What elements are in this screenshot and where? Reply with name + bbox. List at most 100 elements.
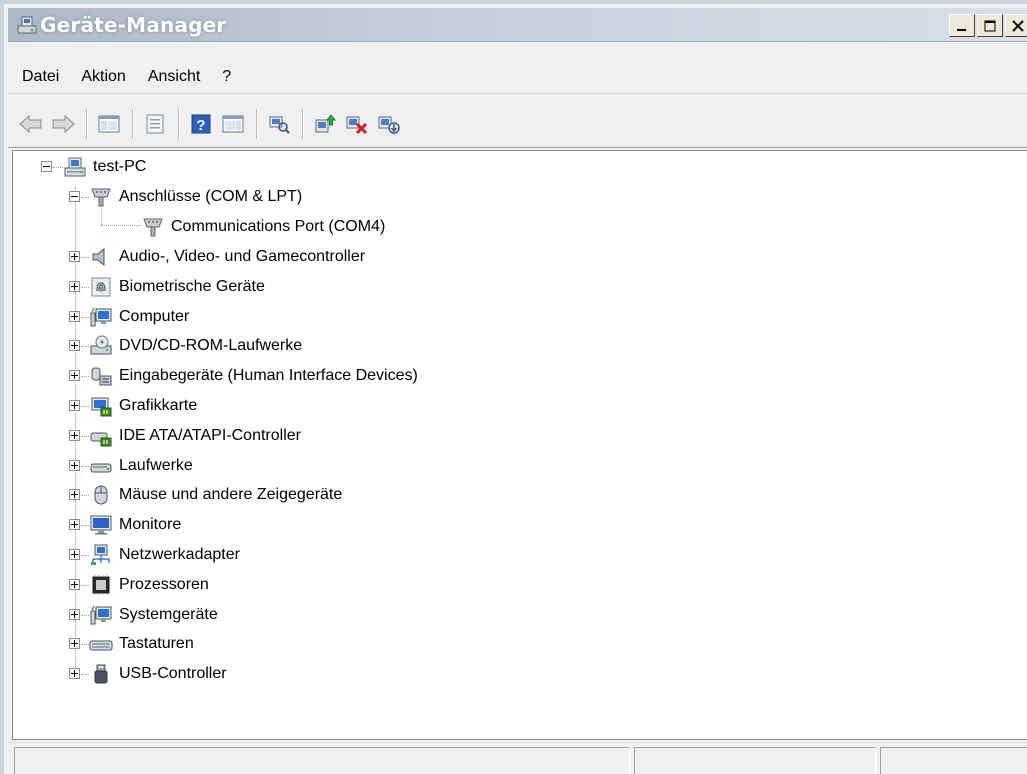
tree-item-expand-toggle[interactable] [69, 400, 80, 411]
console-tree-icon [98, 115, 120, 132]
tree-item-computer[interactable]: Computer [89, 304, 189, 330]
root-collapse-toggle[interactable] [41, 161, 52, 172]
tree-item-biometrische-gerate[interactable]: Biometrische Geräte [89, 274, 265, 300]
plus-icon [71, 551, 78, 558]
title-bar[interactable]: Geräte-Manager [8, 8, 1027, 42]
disable-device-button[interactable] [374, 109, 404, 139]
action-pane-button[interactable] [218, 109, 248, 139]
menu-aktion[interactable]: Aktion [81, 68, 125, 86]
tree-item-label: Monitore [119, 516, 182, 534]
device-manager-app-icon [17, 16, 37, 34]
tree-guide-line [81, 465, 89, 467]
update-driver-icon [315, 113, 337, 132]
tree-item-expand-toggle[interactable] [69, 489, 80, 501]
tree-item-prozessoren[interactable]: Prozessoren [89, 572, 209, 598]
menu-ansicht[interactable]: Ansicht [148, 68, 200, 86]
network-adapter-icon [91, 544, 110, 565]
tree-root-test-pc[interactable]: test-PC [63, 154, 146, 180]
tree-item-label: Laufwerke [119, 456, 193, 474]
tree-guide-line [81, 346, 89, 348]
tree-item-label: USB-Controller [119, 665, 227, 683]
usb-icon [94, 664, 108, 684]
tree-guide-line [81, 406, 89, 407]
plus-icon [71, 521, 78, 529]
maximize-icon [984, 20, 996, 31]
maximize-button[interactable] [977, 14, 1003, 37]
toolbar-separator [86, 108, 88, 139]
tree-item-systemgerate[interactable]: Systemgeräte [89, 602, 218, 628]
tree-item-label: Eingabegeräte (Human Interface Devices) [119, 367, 418, 385]
tree-item-audio-video-und-gamecontroller[interactable]: Audio-, Video- und Gamecontroller [89, 244, 365, 270]
tree-item-label: Anschlüsse (COM & LPT) [119, 188, 303, 205]
plus-icon [71, 491, 78, 499]
tree-item-label: IDE ATA/ATAPI-Controller [119, 426, 301, 444]
plus-icon [71, 312, 78, 320]
tree-item-monitore[interactable]: Monitore [89, 512, 181, 538]
toolbar-separator [256, 108, 258, 139]
properties-button[interactable] [140, 109, 170, 139]
scan-hardware-button[interactable] [264, 109, 294, 139]
tree-item-toggle[interactable] [69, 191, 80, 202]
tree-item-expand-toggle[interactable] [69, 638, 80, 650]
plus-icon [71, 640, 78, 648]
tree-item-expand-toggle[interactable] [69, 459, 80, 471]
tree-item-netzwerkadapter[interactable]: Netzwerkadapter [89, 542, 240, 568]
computer-root-icon [64, 157, 86, 177]
plus-icon [71, 580, 78, 588]
toolbar-separator [132, 108, 134, 139]
tree-item-label: Biometrische Geräte [119, 277, 265, 295]
system-device-icon [90, 605, 112, 625]
update-driver-button[interactable] [310, 109, 340, 139]
menu-bar: Datei Aktion Ansicht ? [8, 60, 1027, 94]
tree-item-grafikkarte[interactable]: Grafikkarte [89, 393, 197, 419]
tree-item-eingabegerate-human-interface-devices[interactable]: Eingabegeräte (Human Interface Devices) [89, 363, 418, 389]
tree-item-dvd-cd-rom-laufwerke[interactable]: DVD/CD-ROM-Laufwerke [89, 333, 302, 359]
tree-item-expand-toggle[interactable] [69, 429, 80, 441]
tree-item-expand-toggle[interactable] [69, 668, 80, 680]
tree-item-tastaturen[interactable]: Tastaturen [89, 631, 194, 657]
plus-icon [71, 342, 78, 350]
minus-icon [43, 166, 50, 167]
tree-item-expand-toggle[interactable] [69, 608, 80, 620]
tree-item-anschluesse[interactable]: Anschlüsse (COM & LPT) [89, 184, 302, 210]
svg-text:?: ? [196, 117, 205, 134]
keyboard-icon [89, 640, 113, 651]
forward-arrow-icon [52, 114, 75, 133]
menu-datei[interactable]: Datei [22, 68, 59, 86]
tree-item-expand-toggle[interactable] [69, 578, 80, 590]
tree-item-label: Tastaturen [119, 635, 194, 653]
tree-guide-line [81, 614, 89, 616]
uninstall-device-button[interactable] [342, 109, 372, 139]
tree-item-expand-toggle[interactable] [69, 280, 80, 292]
tree-item-expand-toggle[interactable] [69, 519, 80, 531]
status-bar [8, 742, 1027, 774]
plus-icon [71, 253, 78, 260]
device-tree-view[interactable]: test-PC Anschlüsse (COM & LPT) Communica… [12, 150, 1027, 740]
tree-item-label: Communications Port (COM4) [171, 218, 386, 235]
minimize-button[interactable] [949, 14, 975, 37]
tree-item-label: Netzwerkadapter [119, 546, 240, 563]
tree-guide-line [81, 495, 89, 497]
tree-item-expand-toggle[interactable] [69, 370, 80, 382]
tree-item-mause-und-andere-zeigegerate[interactable]: Mäuse und andere Zeigegeräte [89, 482, 342, 508]
tree-item-label: Systemgeräte [119, 605, 218, 623]
tree-item-label: Audio-, Video- und Gamecontroller [119, 248, 366, 265]
tree-item-expand-toggle[interactable] [69, 310, 80, 322]
show-hide-console-tree-button[interactable] [94, 109, 124, 139]
forward-button[interactable] [48, 109, 78, 139]
tree-item-laufwerke[interactable]: Laufwerke [89, 453, 193, 479]
tree-item-expand-toggle[interactable] [69, 549, 80, 560]
tree-item-expand-toggle[interactable] [69, 340, 80, 352]
help-button[interactable]: ? [186, 109, 216, 139]
fingerprint-icon [91, 277, 111, 297]
close-button[interactable] [1005, 14, 1027, 37]
tree-item-communications-port[interactable]: Communications Port (COM4) [141, 214, 385, 240]
tree-item-ide-ata-atapi-controller[interactable]: IDE ATA/ATAPI-Controller [89, 423, 301, 449]
tree-item-usb-controller[interactable]: USB-Controller [89, 661, 227, 687]
tree-item-expand-toggle[interactable] [69, 251, 80, 262]
menu-help[interactable]: ? [222, 68, 231, 86]
back-button[interactable] [16, 109, 46, 139]
hid-icon [91, 367, 112, 386]
toolbar-separator [178, 108, 180, 139]
tree-guide-line [81, 197, 89, 198]
